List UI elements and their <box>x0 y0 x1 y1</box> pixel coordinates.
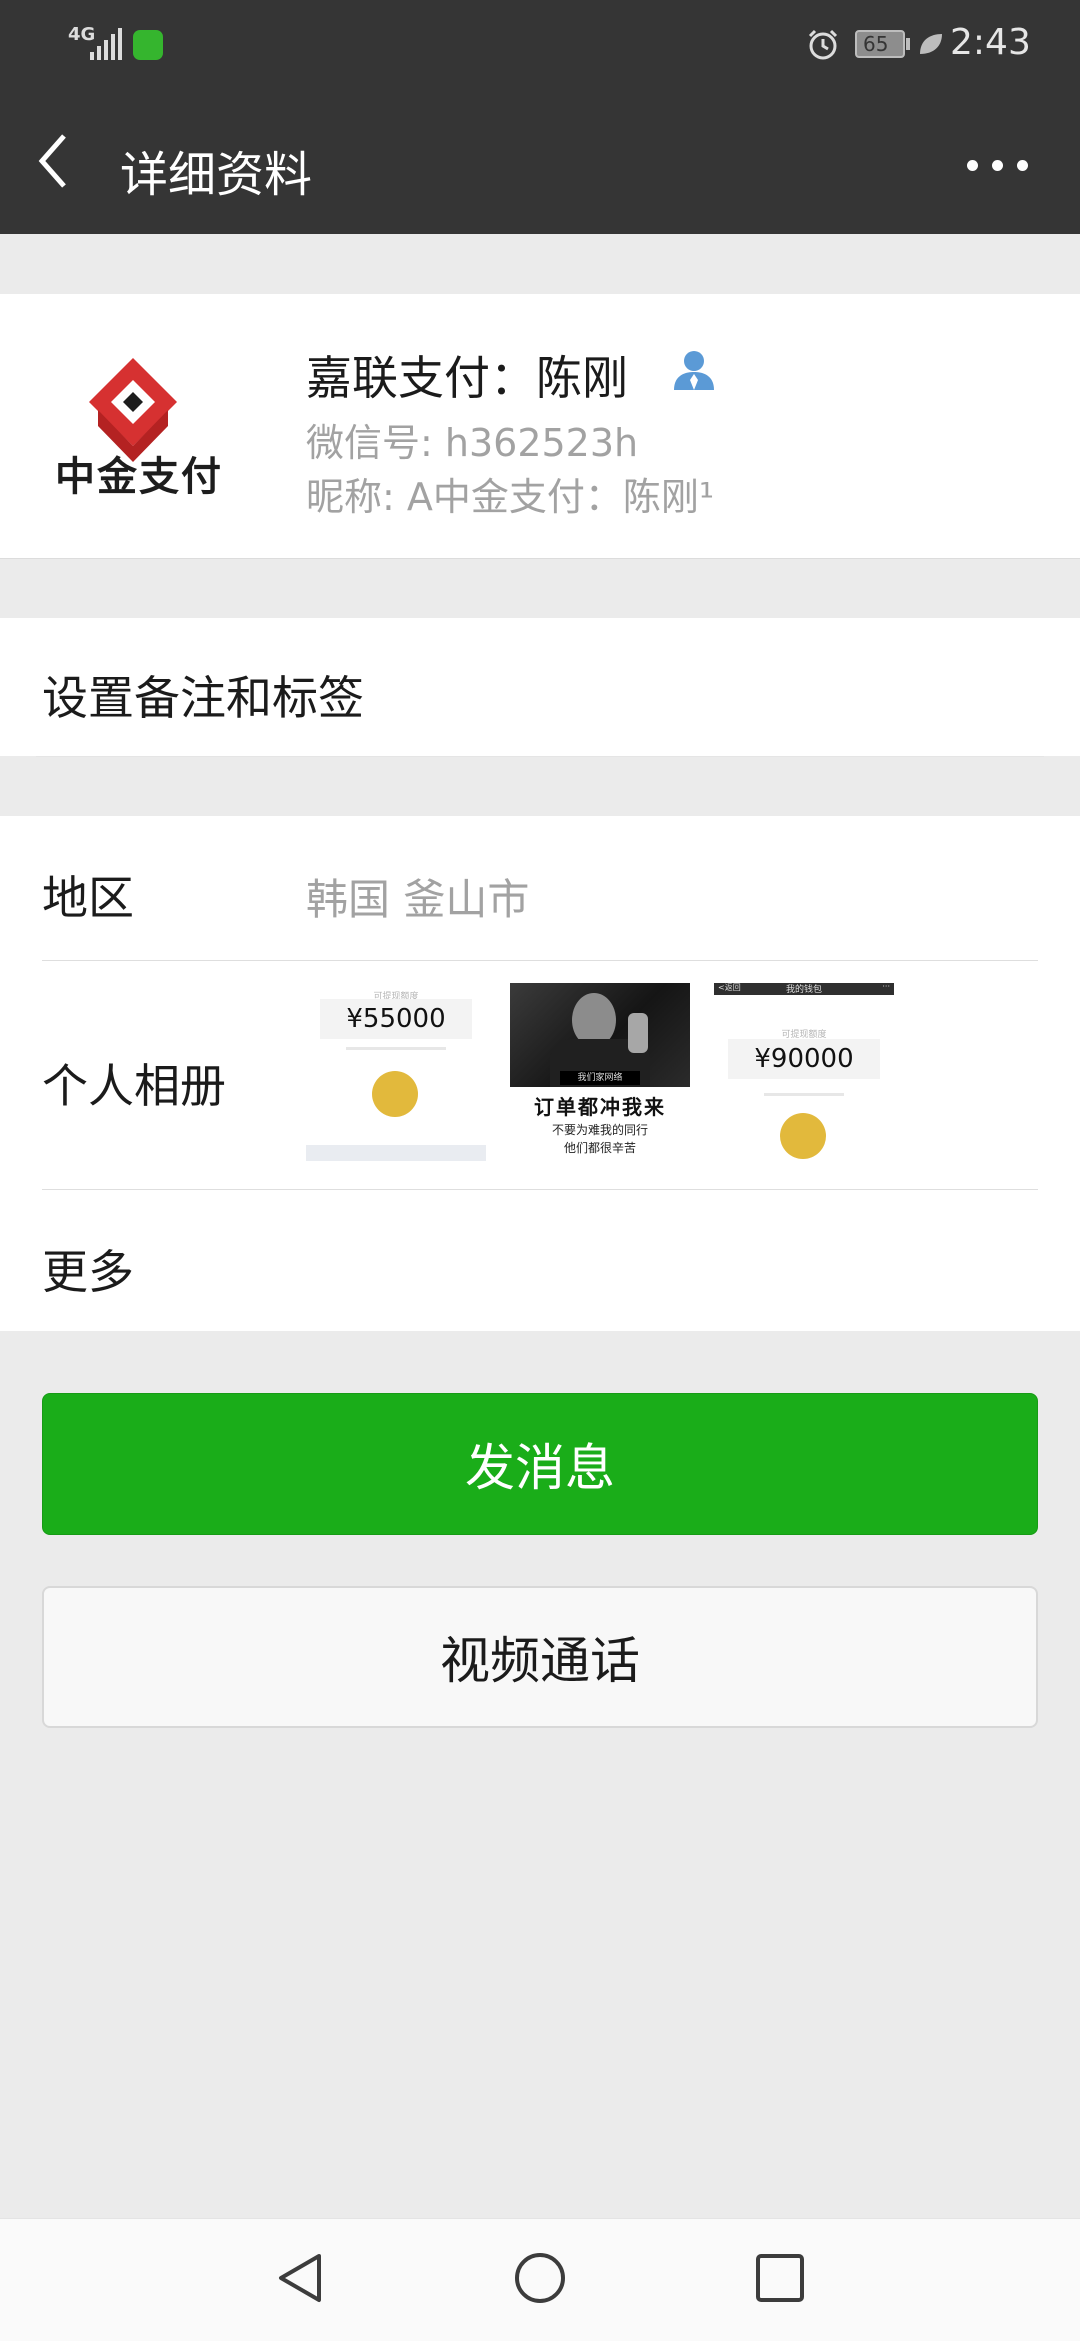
battery-level: 65 <box>863 32 889 56</box>
avatar[interactable]: 中金支付 <box>40 340 230 515</box>
send-message-button[interactable]: 发消息 <box>42 1393 1038 1535</box>
album-photo[interactable]: 可提现额度 ¥55000 <box>306 983 486 1163</box>
photo-topbar-title: 我的钱包 <box>785 985 822 995</box>
send-message-label: 发消息 <box>465 1439 615 1497</box>
region-value: 韩国 釜山市 <box>306 875 530 924</box>
album-label: 个人相册 <box>42 1059 226 1113</box>
more-button[interactable] <box>955 140 1045 188</box>
photo-image: 我们家网络 <box>510 983 690 1087</box>
app-notification-icon <box>133 30 163 60</box>
more-row[interactable] <box>0 1190 1080 1331</box>
photo-title: 订单都冲我来 <box>534 1095 666 1119</box>
remark-tags-label: 设置备注和标签 <box>42 671 364 725</box>
coin-icon <box>372 1071 418 1117</box>
alarm-icon <box>808 29 838 60</box>
wechat-id: 微信号: h362523h <box>306 421 639 465</box>
video-call-button[interactable]: 视频通话 <box>42 1586 1038 1728</box>
avatar-text: 中金支付 <box>55 454 223 500</box>
photo-topbar-right: ··· <box>882 983 890 991</box>
photo-subtitle: 不要为难我的同行 <box>551 1123 648 1137</box>
divider <box>36 756 1044 757</box>
more-label: 更多 <box>42 1245 134 1299</box>
battery-icon: 65 <box>855 30 905 58</box>
more-dots-icon <box>967 160 978 171</box>
profile-name: 嘉联支付：陈刚 <box>306 351 628 405</box>
video-call-label: 视频通话 <box>440 1632 640 1690</box>
status-bar: 4G 65 2:43 <box>0 0 1080 90</box>
nav-back-icon[interactable] <box>273 2250 329 2306</box>
coin-icon <box>780 1113 826 1159</box>
photo-badge: 我们家网络 <box>560 1071 640 1085</box>
contact-person-icon <box>674 351 714 390</box>
leaf-icon <box>920 34 942 54</box>
nickname: 昵称: A中金支付：陈刚¹ <box>306 475 715 519</box>
photo-amount: ¥90000 <box>728 1039 880 1079</box>
back-button[interactable] <box>32 128 88 194</box>
photo-topbar: <返回 我的钱包 ··· <box>714 983 894 995</box>
page-title: 详细资料 <box>120 147 313 203</box>
nav-home-icon[interactable] <box>512 2250 568 2306</box>
status-time: 2:43 <box>950 22 1031 63</box>
album-photo[interactable]: 我们家网络 订单都冲我来 不要为难我的同行 他们都很辛苦 <box>510 983 690 1163</box>
region-label: 地区 <box>42 871 134 925</box>
region-row <box>0 816 1080 960</box>
nav-recents-icon[interactable] <box>752 2250 808 2306</box>
album-photo[interactable]: <返回 我的钱包 ··· 可提现额度 ¥90000 <box>714 983 894 1163</box>
back-chevron-icon <box>38 134 66 188</box>
photo-amount: ¥55000 <box>320 999 472 1039</box>
photo-subtitle: 他们都很辛苦 <box>563 1141 636 1155</box>
signal-icon <box>90 28 122 60</box>
